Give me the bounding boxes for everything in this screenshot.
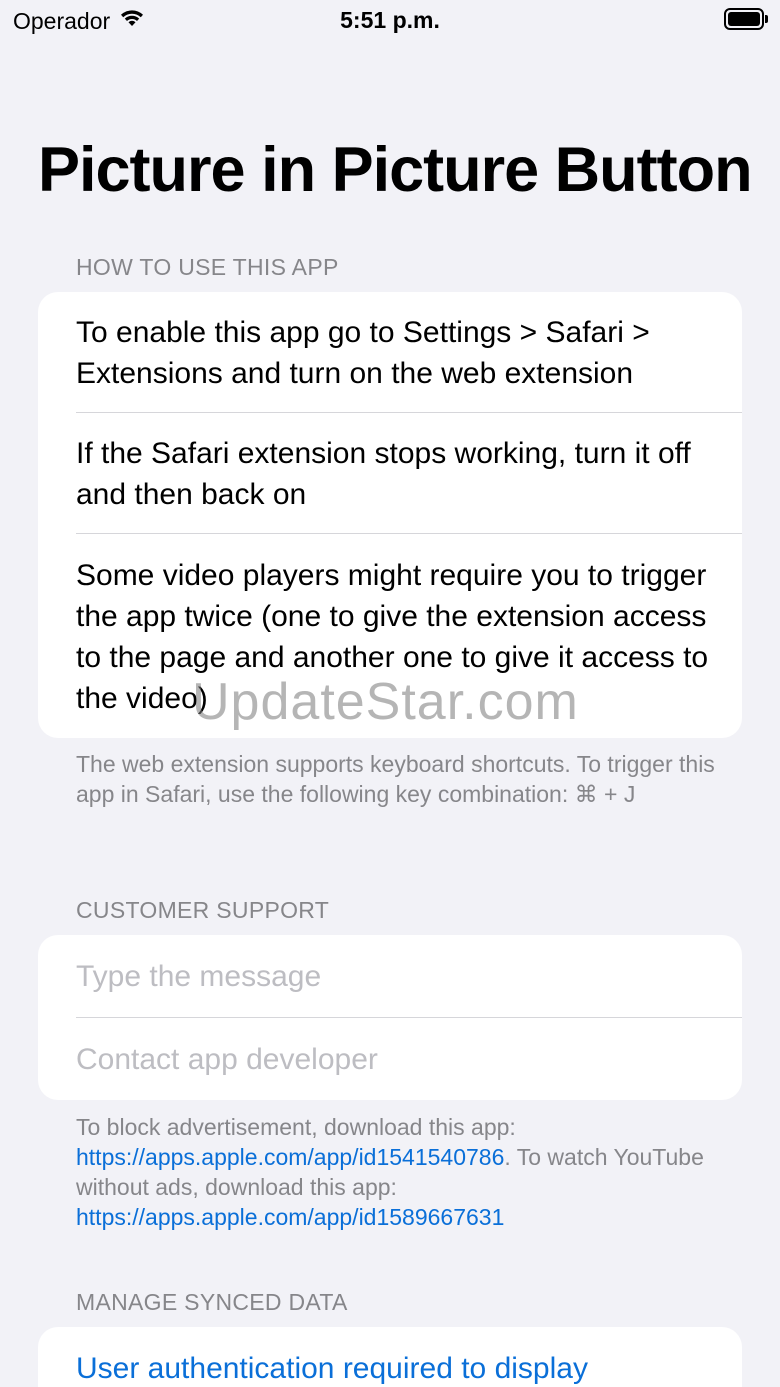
- page-title: Picture in Picture Button: [38, 135, 753, 205]
- youtube-app-link[interactable]: https://apps.apple.com/app/id1589667631: [76, 1204, 504, 1230]
- auth-required-row[interactable]: User authentication required to display: [38, 1327, 742, 1387]
- how-to-row-twice: Some video players might require you to …: [38, 534, 742, 738]
- support-card: Type the message Contact app developer: [38, 935, 742, 1100]
- how-to-row-text: If the Safari extension stops working, t…: [76, 437, 691, 511]
- support-footer: To block advertisement, download this ap…: [76, 1112, 716, 1232]
- shortcut-footer: The web extension supports keyboard shor…: [76, 751, 715, 807]
- support-header: CUSTOMER SUPPORT: [76, 897, 330, 923]
- how-to-row-restart: If the Safari extension stops working, t…: [38, 413, 742, 534]
- support-footer-text-1: To block advertisement, download this ap…: [76, 1114, 516, 1140]
- how-to-row-text: To enable this app go to Settings > Safa…: [76, 316, 650, 390]
- how-to-card: To enable this app go to Settings > Safa…: [38, 292, 742, 738]
- synced-header: MANAGE SYNCED DATA: [76, 1289, 348, 1315]
- status-time: 5:51 p.m.: [340, 7, 440, 33]
- battery-icon: [724, 8, 768, 30]
- how-to-row-text: Some video players might require you to …: [76, 559, 709, 715]
- synced-card: User authentication required to display: [38, 1327, 742, 1387]
- adblock-app-link[interactable]: https://apps.apple.com/app/id1541540786: [76, 1144, 504, 1170]
- app-screen: Operador 5:51 p.m. Picture in Picture Bu…: [0, 0, 780, 1387]
- message-placeholder: Type the message: [76, 960, 322, 993]
- message-field[interactable]: Type the message: [38, 935, 742, 1018]
- contact-developer-field[interactable]: Contact app developer: [38, 1018, 742, 1100]
- contact-placeholder: Contact app developer: [76, 1043, 378, 1076]
- auth-required-text: User authentication required to display: [76, 1352, 588, 1385]
- how-to-row-enable: To enable this app go to Settings > Safa…: [38, 292, 742, 413]
- status-bar: Operador 5:51 p.m.: [0, 0, 780, 40]
- how-to-header: HOW TO USE THIS APP: [76, 254, 339, 280]
